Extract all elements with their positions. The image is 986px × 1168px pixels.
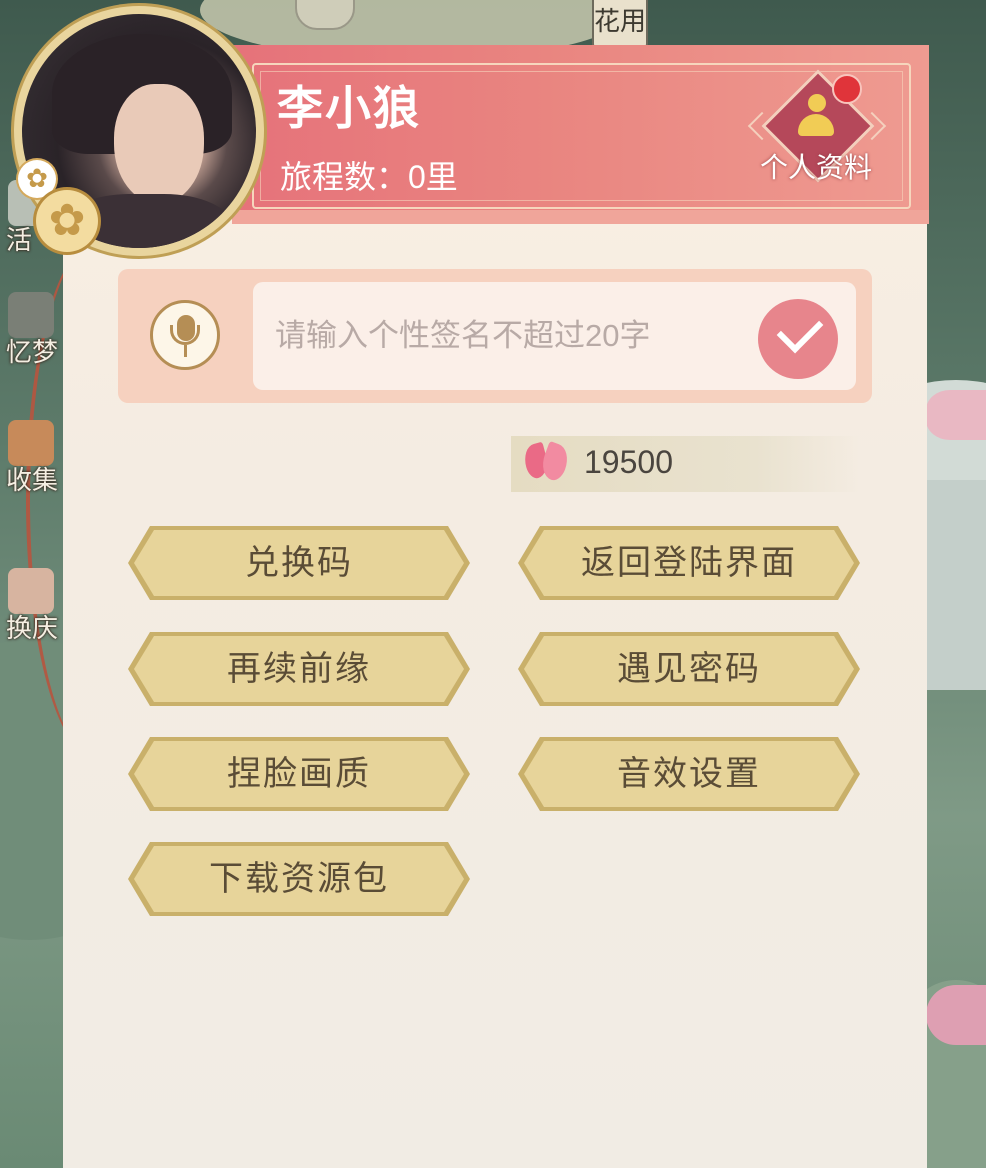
- banner-edge: [232, 210, 929, 224]
- top-tab-label: 花用: [594, 7, 647, 37]
- sidebar-item-label: 活: [6, 226, 33, 256]
- top-tab-spend[interactable]: 花用: [592, 0, 648, 50]
- download-pack-button[interactable]: 下载资源包: [126, 840, 472, 918]
- user-icon: [796, 94, 836, 142]
- sidebar-item-label: 收集: [6, 466, 59, 496]
- currency-amount: 19500: [584, 444, 673, 480]
- button-label: 捏脸画质: [227, 754, 371, 794]
- top-shield-icon[interactable]: [295, 0, 355, 30]
- sidebar-item-dream[interactable]: 忆梦: [0, 292, 66, 368]
- sidebar-item-label: 换庆: [6, 614, 59, 644]
- check-icon: [776, 306, 824, 354]
- confirm-signature-button[interactable]: [758, 299, 838, 379]
- username: 李小狼: [277, 82, 421, 134]
- meet-code-button[interactable]: 遇见密码: [516, 630, 862, 708]
- personal-info-label: 个人资料: [759, 151, 872, 184]
- button-label: 遇见密码: [617, 649, 761, 689]
- button-label: 返回登陆界面: [581, 543, 797, 583]
- sound-settings-button[interactable]: 音效设置: [516, 735, 862, 813]
- face-quality-button[interactable]: 捏脸画质: [126, 735, 472, 813]
- continue-fate-button[interactable]: 再续前缘: [126, 630, 472, 708]
- button-label: 下载资源包: [209, 859, 389, 899]
- return-login-button[interactable]: 返回登陆界面: [516, 524, 862, 602]
- notification-dot: [832, 74, 862, 104]
- button-label: 再续前缘: [227, 649, 371, 689]
- sakura-flower-icon: [36, 190, 98, 252]
- button-label: 音效设置: [617, 754, 761, 794]
- personal-info-button[interactable]: 个人资料: [747, 69, 887, 192]
- redeem-code-button[interactable]: 兑换码: [126, 524, 472, 602]
- journey-count: 旅程数：0里: [280, 159, 458, 195]
- sidebar-item-exchange[interactable]: 换庆: [0, 568, 66, 644]
- butterfly-icon: [520, 438, 573, 490]
- microphone-icon[interactable]: [150, 300, 220, 370]
- button-label: 兑换码: [245, 543, 353, 583]
- sidebar-item-collection[interactable]: 收集: [0, 420, 66, 496]
- sidebar-item-label: 忆梦: [6, 338, 59, 368]
